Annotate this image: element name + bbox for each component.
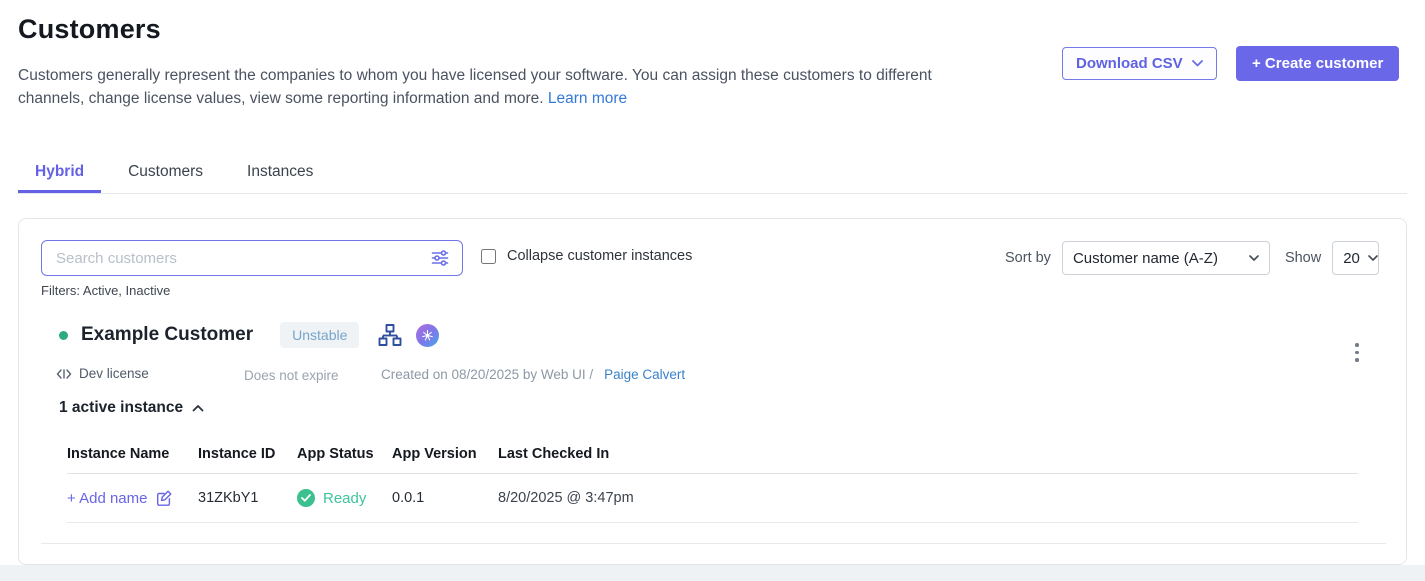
filter-sliders-icon[interactable] — [430, 248, 450, 268]
add-instance-name-link[interactable]: + Add name — [67, 489, 198, 507]
created-text: Created on 08/20/2025 by Web UI / — [381, 367, 593, 382]
tab-bar: Hybrid Customers Instances — [18, 154, 1407, 194]
chevron-down-icon — [1368, 255, 1378, 261]
col-last-checked-in: Last Checked In — [498, 446, 1358, 462]
customer-active-dot-icon — [59, 331, 68, 340]
check-circle-icon — [297, 489, 315, 507]
show-select-value: 20 — [1343, 250, 1360, 267]
customer-menu-kebab-icon[interactable] — [1352, 340, 1362, 365]
kubernetes-icon — [416, 324, 439, 347]
show-label: Show — [1285, 250, 1321, 266]
sort-by-label: Sort by — [1005, 250, 1051, 266]
app-status-label: Ready — [323, 490, 366, 507]
download-csv-button[interactable]: Download CSV — [1062, 47, 1217, 80]
col-app-version: App Version — [392, 446, 498, 462]
learn-more-link[interactable]: Learn more — [548, 90, 627, 107]
search-box — [41, 240, 463, 276]
instances-summary: 1 active instance — [59, 399, 183, 417]
page-description: Customers generally represent the compan… — [18, 64, 980, 110]
instances-toggle[interactable]: 1 active instance — [59, 399, 204, 417]
code-brackets-icon — [56, 367, 72, 381]
collapse-instances-label: Collapse customer instances — [507, 248, 692, 264]
edit-pencil-icon — [155, 489, 173, 507]
customer-section-divider — [41, 543, 1386, 544]
chevron-up-icon — [192, 404, 204, 412]
license-expiration: Does not expire — [244, 368, 339, 383]
col-instance-id: Instance ID — [198, 446, 297, 462]
collapse-instances-checkbox[interactable] — [481, 249, 496, 264]
create-customer-button[interactable]: + Create customer — [1236, 46, 1399, 81]
show-select[interactable]: 20 — [1332, 241, 1379, 275]
active-filters-summary: Filters: Active, Inactive — [41, 283, 170, 298]
col-app-status: App Status — [297, 446, 392, 462]
instance-id: 31ZKbY1 — [198, 490, 297, 506]
sort-select[interactable]: Customer name (A-Z) — [1062, 241, 1270, 275]
customers-panel: Collapse customer instances Sort by Cust… — [18, 218, 1407, 565]
chevron-down-icon — [1192, 60, 1203, 67]
tab-customers[interactable]: Customers — [111, 154, 220, 193]
sort-select-value: Customer name (A-Z) — [1073, 250, 1218, 267]
license-type: Dev license — [56, 366, 149, 381]
customer-header: Example Customer Unstable — [59, 322, 439, 348]
license-type-label: Dev license — [79, 366, 149, 381]
download-csv-label: Download CSV — [1076, 55, 1183, 72]
chevron-down-icon — [1249, 255, 1259, 261]
license-created-info: Created on 08/20/2025 by Web UI / Paige … — [381, 367, 685, 382]
instances-table-header: Instance Name Instance ID App Status App… — [67, 440, 1358, 474]
creator-link[interactable]: Paige Calvert — [604, 367, 685, 382]
instance-row: + Add name 31ZKbY1 — [67, 474, 1358, 523]
org-chart-icon — [378, 323, 402, 347]
page-bottom-background — [0, 565, 1425, 581]
instances-table: Instance Name Instance ID App Status App… — [67, 440, 1358, 523]
col-instance-name: Instance Name — [67, 446, 198, 462]
collapse-instances-control: Collapse customer instances — [481, 248, 692, 264]
tab-hybrid[interactable]: Hybrid — [18, 154, 101, 193]
tab-instances[interactable]: Instances — [230, 154, 330, 193]
app-status: Ready — [297, 489, 392, 507]
page-title: Customers — [18, 14, 161, 45]
customer-name[interactable]: Example Customer — [81, 324, 253, 346]
add-name-label: + Add name — [67, 490, 147, 507]
last-checked-in: 8/20/2025 @ 3:47pm — [498, 490, 1358, 506]
customers-page: Customers Customers generally represent … — [0, 0, 1425, 581]
channel-badge: Unstable — [280, 322, 359, 348]
app-version: 0.0.1 — [392, 490, 498, 506]
search-input[interactable] — [54, 249, 422, 268]
page-description-text: Customers generally represent the compan… — [18, 67, 932, 107]
sort-controls: Sort by Customer name (A-Z) Show 20 — [1005, 241, 1379, 275]
